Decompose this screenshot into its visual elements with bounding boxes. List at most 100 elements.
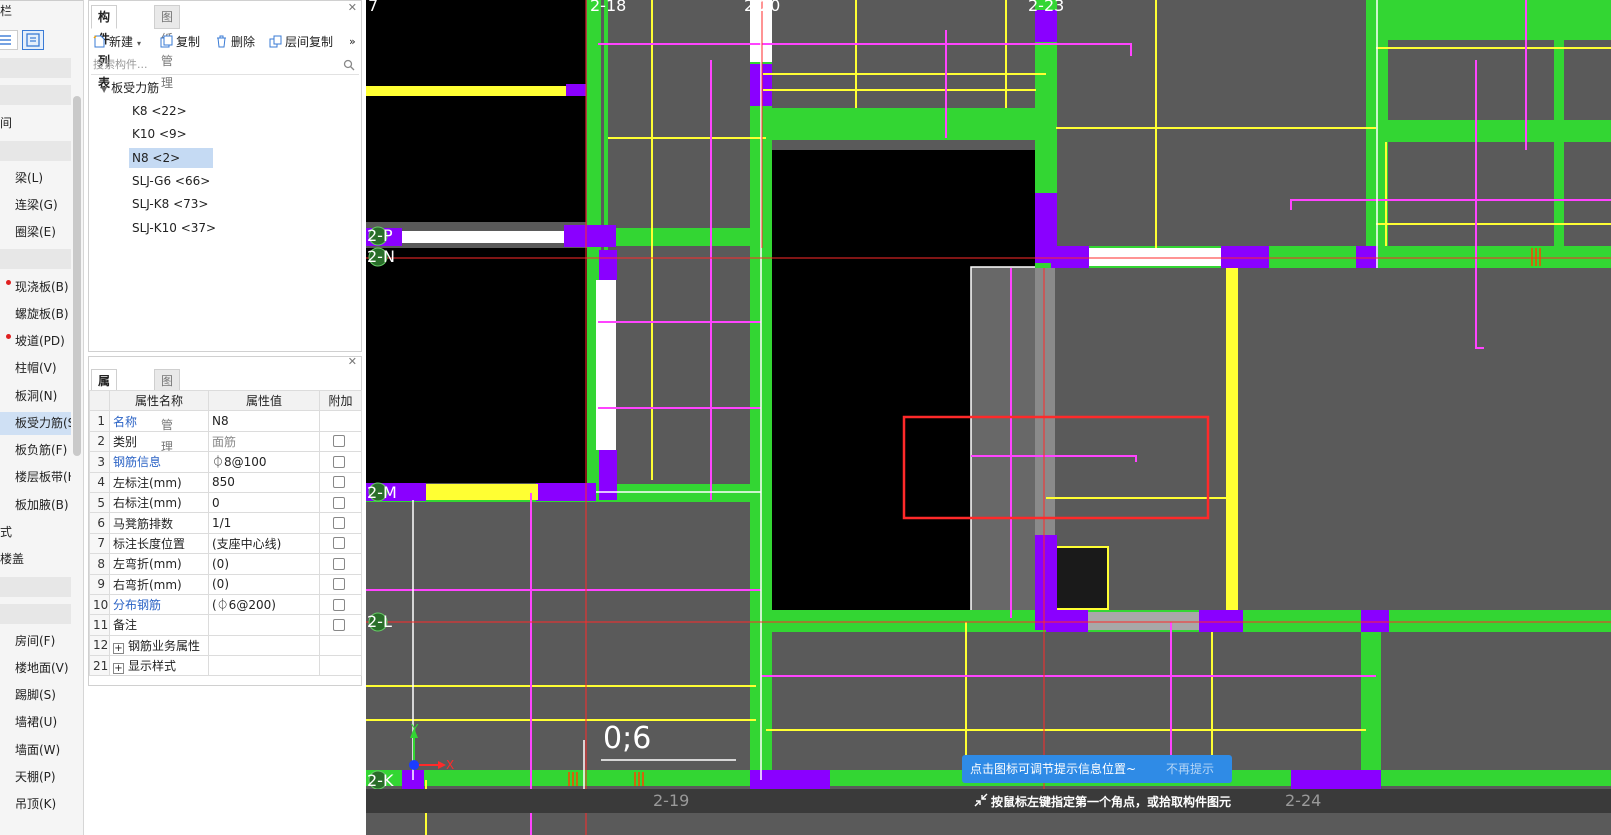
nav-item-wall-face[interactable]: 墙面(W)	[0, 739, 71, 762]
nav-partial-item[interactable]: 楼盖	[0, 548, 71, 571]
search-icon	[343, 59, 355, 71]
nav-item-floor[interactable]: 楼地面(V)	[0, 657, 71, 680]
property-value[interactable]: N8	[208, 410, 320, 432]
tab-drawing-management[interactable]: 图纸管理	[154, 5, 181, 90]
nav-item-ramp[interactable]: 坡道(PD)	[0, 330, 71, 353]
nav-item-room[interactable]: 房间(F)	[0, 630, 71, 653]
nav-group-header[interactable]	[0, 85, 71, 105]
expand-plus-icon[interactable]: +	[113, 642, 124, 654]
extra-checkbox[interactable]	[333, 598, 345, 611]
table-row[interactable]: 6 马凳筋排数 1/1	[89, 512, 362, 534]
table-row[interactable]: 5 右标注(mm) 0	[89, 491, 362, 514]
property-group[interactable]: + 显示样式	[109, 655, 209, 677]
drawing-canvas[interactable]: 7 2-18 2-20 2-23 2-P 2-N 2-M 2-L 2-K 0;6…	[366, 0, 1611, 835]
extra-checkbox[interactable]	[333, 476, 345, 489]
nav-group-header[interactable]	[0, 141, 71, 161]
table-row[interactable]: 4 左标注(mm) 850	[89, 471, 362, 493]
nav-item-slab-neg-rebar[interactable]: 板负筋(F)	[0, 439, 71, 462]
nav-item-slab-hole[interactable]: 板洞(N)	[0, 385, 71, 408]
more-button[interactable]: »	[349, 33, 356, 51]
nav-group-header[interactable]	[0, 604, 71, 624]
table-row[interactable]: 21 + 显示样式	[89, 655, 362, 677]
extra-checkbox[interactable]	[333, 578, 345, 591]
nav-item-beam[interactable]: 梁(L)	[0, 167, 71, 190]
nav-item-slab-rebar[interactable]: 板受力筋(S	[0, 412, 71, 435]
table-row[interactable]: 3 钢筋信息 ⏀8@100	[89, 451, 362, 473]
tree-item[interactable]: K8 <22>	[129, 101, 190, 121]
table-row[interactable]: 2 类别 面筋	[89, 430, 362, 453]
expand-plus-icon[interactable]: +	[113, 663, 124, 675]
property-value[interactable]: 850	[208, 471, 320, 493]
tree-group-slab-rebar[interactable]: ▼ 板受力筋	[101, 79, 159, 97]
nav-item-suspended-ceiling[interactable]: 吊顶(K)	[0, 793, 71, 816]
tree-item[interactable]: SLJ-K10 <37>	[129, 218, 219, 238]
new-button[interactable]: 新建 ▾	[93, 33, 141, 51]
extra-checkbox[interactable]	[333, 557, 345, 570]
status-bar: 2-19 2-24 按鼠标左键指定第一个角点，或拾取构件图元	[366, 789, 1611, 813]
hint-tooltip[interactable]: 点击图标可调节提示信息位置~ 不再提示	[962, 755, 1232, 783]
tree-item[interactable]: SLJ-K8 <73>	[129, 194, 211, 214]
property-value[interactable]: (0)	[208, 553, 320, 575]
nav-item-skirting[interactable]: 踢脚(S)	[0, 684, 71, 707]
nav-item-cast-slab[interactable]: 现浇板(B)	[0, 276, 71, 299]
nav-item-column-cap[interactable]: 柱帽(V)	[0, 357, 71, 380]
extra-checkbox[interactable]	[333, 455, 345, 468]
nav-partial-item[interactable]: 间	[0, 112, 71, 135]
nav-item-link-beam[interactable]: 连梁(G)	[0, 194, 71, 217]
structural-plan-drawing[interactable]	[366, 0, 1611, 835]
extra-checkbox[interactable]	[333, 496, 345, 509]
nav-item-dado[interactable]: 墙裙(U)	[0, 711, 71, 734]
close-icon[interactable]: ✕	[348, 355, 357, 368]
table-row[interactable]: 12 + 钢筋业务属性	[89, 634, 362, 657]
table-row[interactable]: 11 备注	[89, 614, 362, 636]
property-value[interactable]: ⏀8@100	[208, 451, 320, 473]
close-icon[interactable]: ✕	[348, 1, 357, 14]
nav-group-header[interactable]	[0, 58, 71, 78]
tree-item[interactable]: SLJ-G6 <66>	[129, 171, 213, 191]
nav-scrollbar[interactable]	[73, 96, 81, 456]
property-value[interactable]: 0	[208, 491, 320, 514]
nav-group-header[interactable]	[0, 577, 71, 597]
property-value[interactable]: 1/1	[208, 512, 320, 534]
floor-copy-button[interactable]: 层间复制	[269, 33, 333, 51]
table-row[interactable]: 1 名称 N8	[89, 410, 362, 432]
shrink-arrows-icon[interactable]	[974, 793, 988, 807]
table-row[interactable]: 8 左弯折(mm) (0)	[89, 553, 362, 575]
nav-item-ring-beam[interactable]: 圈梁(E)	[0, 221, 71, 244]
property-group[interactable]: + 钢筋业务属性	[109, 634, 209, 657]
nav-item-slab-haunch[interactable]: 板加腋(B)	[0, 494, 71, 517]
nav-group-header[interactable]	[0, 249, 71, 269]
component-list-panel: 构件列表 图纸管理 ✕ 新建▾ 复制 删除 层间复制 » 搜索构件... ▼板受…	[88, 0, 362, 352]
table-row[interactable]: 7 标注长度位置 (支座中心线)	[89, 532, 362, 555]
property-name: 钢筋信息	[109, 451, 209, 473]
dont-show-again-link[interactable]: 不再提示	[1166, 755, 1214, 783]
copy-button[interactable]: 复制	[160, 33, 200, 51]
component-search-input[interactable]: 搜索构件...	[91, 55, 359, 75]
property-value[interactable]: (支座中心线)	[208, 532, 320, 555]
extra-checkbox[interactable]	[333, 537, 345, 550]
status-prompt-text: 按鼠标左键指定第一个角点，或拾取构件图元	[991, 795, 1232, 809]
nav-item-spiral-slab[interactable]: 螺旋板(B)	[0, 303, 71, 326]
property-value[interactable]: (⏀6@200)	[208, 593, 320, 616]
modified-dot-icon	[6, 334, 11, 339]
table-row[interactable]: 9 右弯折(mm) (0)	[89, 573, 362, 595]
tree-item[interactable]: K10 <9>	[129, 124, 190, 144]
detail-view-toggle[interactable]	[22, 30, 44, 50]
extra-checkbox[interactable]	[333, 435, 345, 448]
property-value[interactable]: 面筋	[208, 430, 320, 453]
extra-checkbox[interactable]	[333, 618, 345, 631]
nav-partial-item[interactable]: 式	[0, 521, 71, 544]
property-value[interactable]	[208, 614, 320, 636]
tab-component-list[interactable]: 构件列表	[91, 5, 118, 90]
tree-item-selected[interactable]: N8 <2>	[129, 148, 213, 168]
extra-checkbox[interactable]	[333, 517, 345, 530]
delete-button[interactable]: 删除	[215, 33, 255, 51]
table-row[interactable]: 10 分布钢筋 (⏀6@200)	[89, 593, 362, 616]
nav-item-floor-band[interactable]: 楼层板带(H	[0, 466, 71, 489]
property-value[interactable]: (0)	[208, 573, 320, 595]
column-header-value: 属性值	[208, 389, 320, 412]
axis-label: 2-20	[744, 0, 781, 15]
nav-item-ceiling[interactable]: 天棚(P)	[0, 766, 71, 789]
axis-label: 2-18	[590, 0, 627, 15]
list-view-toggle[interactable]	[0, 30, 18, 50]
